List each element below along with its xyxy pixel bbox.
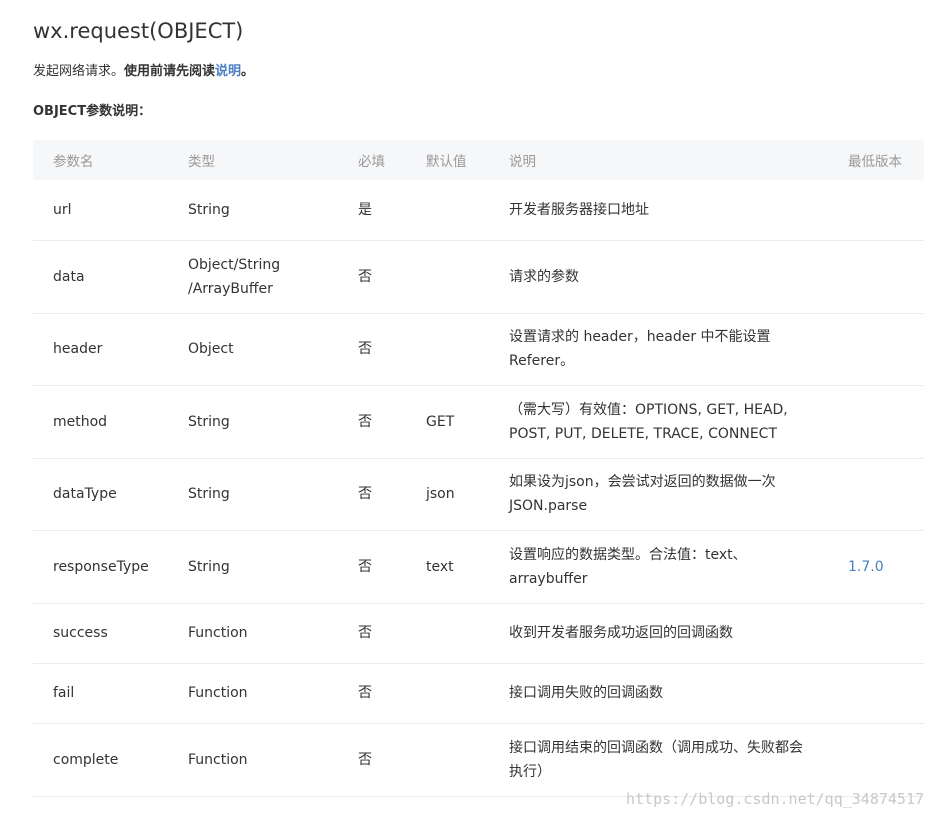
cell-description: 接口调用失败的回调函数 [489, 663, 828, 724]
intro-suffix: 。 [241, 64, 255, 79]
cell-default [406, 663, 489, 724]
cell-description: 收到开发者服务成功返回的回调函数 [489, 603, 828, 664]
table-row: complete Function 否 接口调用结束的回调函数（调用成功、失败都会执行… [33, 723, 924, 797]
cell-min-version [828, 603, 924, 664]
cell-required: 否 [338, 313, 406, 386]
cell-min-version [828, 313, 924, 386]
table-body: url String 是开发者服务器接口地址 data Object/String /A… [33, 180, 924, 797]
table-row: header Object 否 设置请求的 header，header 中不能设置 R… [33, 313, 924, 386]
header-description: 说明 [489, 140, 828, 180]
cell-required: 否 [338, 385, 406, 459]
min-version-link[interactable]: 1.7.0 [848, 559, 884, 575]
header-required: 必填 [338, 140, 406, 180]
cell-min-version [828, 458, 924, 531]
table-row: fail Function 否 接口调用失败的回调函数 [33, 663, 924, 724]
cell-default [406, 240, 489, 314]
header-min-version: 最低版本 [828, 140, 924, 180]
cell-type: String [168, 458, 338, 531]
cell-param-name: header [33, 313, 168, 386]
cell-required: 否 [338, 530, 406, 604]
cell-default: text [406, 530, 489, 604]
cell-min-version [828, 663, 924, 724]
cell-description: 请求的参数 [489, 240, 828, 314]
cell-type: Object [168, 313, 338, 386]
table-header-row: 参数名 类型 必填 默认值 说明 最低版本 [33, 140, 924, 180]
cell-min-version [828, 385, 924, 459]
cell-param-name: responseType [33, 530, 168, 604]
cell-param-name: data [33, 240, 168, 314]
cell-description: 如果设为json，会尝试对返回的数据做一次 JSON.parse [489, 458, 828, 531]
table-row: url String 是 开发者服务器接口地址 [33, 180, 924, 241]
cell-type: String [168, 530, 338, 604]
cell-param-name: method [33, 385, 168, 459]
cell-required: 否 [338, 663, 406, 724]
cell-description: 接口调用结束的回调函数（调用成功、失败都会执行） [489, 723, 828, 797]
intro-doc-link[interactable]: 说明 [215, 64, 241, 79]
cell-required: 否 [338, 240, 406, 314]
intro-paragraph: 发起网络请求。使用前请先阅读说明。 [33, 62, 254, 82]
cell-type: String [168, 385, 338, 459]
cell-param-name: dataType [33, 458, 168, 531]
watermark: https://blog.csdn.net/qq_34874517 [625, 790, 924, 808]
page-title: wx.request(OBJECT) [33, 19, 244, 43]
header-type: 类型 [168, 140, 338, 180]
table-row: dataType String 否 json 如果设为json，会尝试对返回的数据做一次… [33, 458, 924, 531]
cell-min-version [828, 723, 924, 797]
cell-type: Function [168, 603, 338, 664]
cell-required: 否 [338, 458, 406, 531]
cell-param-name: success [33, 603, 168, 664]
header-param-name: 参数名 [33, 140, 168, 180]
cell-default [406, 180, 489, 241]
intro-prefix: 发起网络请求。 [33, 64, 125, 79]
intro-bold-text: 使用前请先阅读说明。 [124, 64, 254, 79]
cell-param-name: complete [33, 723, 168, 797]
cell-type: Function [168, 723, 338, 797]
cell-required: 否 [338, 603, 406, 664]
table-row: responseType String 否 text 设置响应的数据类型。合法值：tex… [33, 530, 924, 604]
cell-description: 开发者服务器接口地址 [489, 180, 828, 241]
cell-param-name: url [33, 180, 168, 241]
cell-default [406, 603, 489, 664]
table-row: method String 否 GET （需大写）有效值：OPTIONS, GET, H… [33, 385, 924, 459]
cell-description: （需大写）有效值：OPTIONS, GET, HEAD, POST, PUT, … [489, 385, 828, 459]
cell-required: 否 [338, 723, 406, 797]
cell-default [406, 313, 489, 386]
params-table: 参数名 类型 必填 默认值 说明 最低版本 url String 是开发者服务器接口… [33, 140, 924, 797]
cell-param-name: fail [33, 663, 168, 724]
cell-required: 是 [338, 180, 406, 241]
cell-type: Function [168, 663, 338, 724]
intro-bold-label: 使用前请先阅读 [124, 64, 216, 79]
cell-description: 设置响应的数据类型。合法值：text、arraybuffer [489, 530, 828, 604]
header-default: 默认值 [406, 140, 489, 180]
section-title: OBJECT参数说明： [33, 104, 152, 119]
cell-description: 设置请求的 header，header 中不能设置 Referer。 [489, 313, 828, 386]
cell-min-version [828, 180, 924, 241]
cell-default: GET [406, 385, 489, 459]
cell-min-version [828, 240, 924, 314]
table-row: data Object/String /ArrayBuffer 否 请求的参数 [33, 240, 924, 314]
cell-default: json [406, 458, 489, 531]
cell-type: Object/String /ArrayBuffer [168, 240, 338, 314]
cell-type: String [168, 180, 338, 241]
table-row: success Function 否 收到开发者服务成功返回的回调函数 [33, 603, 924, 664]
cell-min-version: 1.7.0 [828, 530, 924, 604]
cell-default [406, 723, 489, 797]
